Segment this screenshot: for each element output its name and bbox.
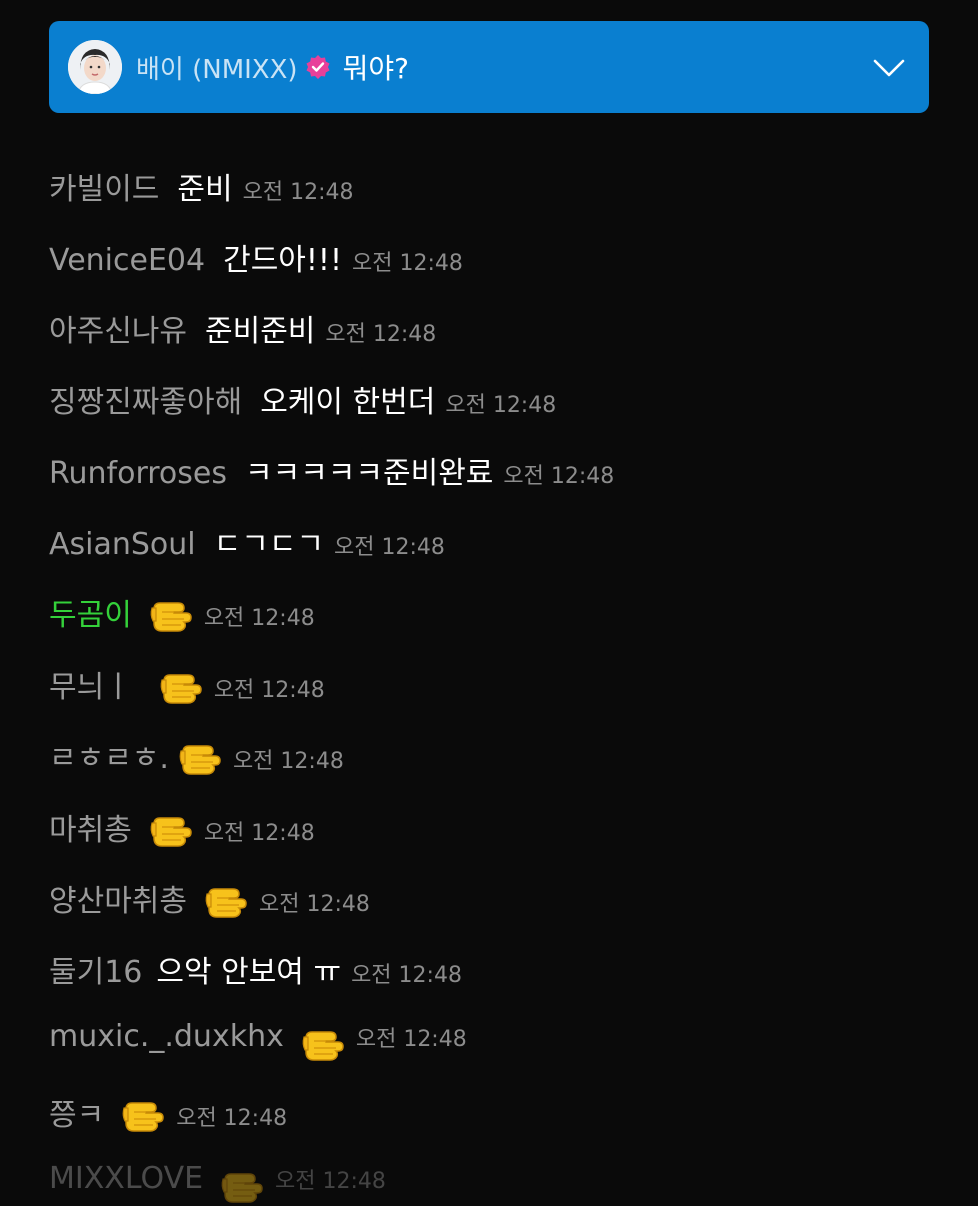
chat-message: 두곰이 오전 12:48 xyxy=(49,590,315,634)
chat-timestamp: 오전 12:48 xyxy=(213,678,325,703)
chat-message: ㄹㅎㄹㅎ. 오전 12:48 xyxy=(49,733,344,777)
chat-message: VeniceE04 간드아!!! 오전 12:48 xyxy=(49,235,463,279)
pointing-fist-icon xyxy=(203,881,249,921)
chat-timestamp: 오전 12:48 xyxy=(334,535,445,560)
pinned-message-text: 뭐야? xyxy=(342,52,409,85)
chat-timestamp: 오전 12:48 xyxy=(355,1027,467,1052)
pointing-fist-icon xyxy=(177,738,223,778)
chat-username[interactable]: 양산마취총 xyxy=(49,876,187,920)
chat-username[interactable]: 두곰이 xyxy=(49,590,132,634)
chat-username[interactable]: 무늬ㅣ xyxy=(49,662,132,706)
chat-username[interactable]: 징짱진짜좋아해 xyxy=(49,377,242,421)
chat-timestamp: 오전 12:48 xyxy=(203,606,315,631)
chat-timestamp: 오전 12:48 xyxy=(176,1106,288,1131)
chevron-down-icon[interactable] xyxy=(873,51,905,83)
chat-message: 카빌이드 준비 오전 12:48 xyxy=(49,164,353,208)
pointing-fist-icon xyxy=(219,1166,265,1206)
chat-message: 양산마취총 오전 12:48 xyxy=(49,876,370,920)
chat-message: AsianSoul ㄷㄱㄷㄱ 오전 12:48 xyxy=(49,519,445,563)
verified-badge-icon xyxy=(305,54,331,80)
chat-message: 마취총 오전 12:48 xyxy=(49,805,315,849)
chat-username[interactable]: 마취총 xyxy=(49,805,132,849)
chat-timestamp: 오전 12:48 xyxy=(259,892,370,917)
chat-username[interactable]: MIXXLOVE xyxy=(49,1161,203,1196)
pointing-fist-icon xyxy=(300,1024,346,1064)
chat-message: 징짱진짜좋아해 오케이 한번더 오전 12:48 xyxy=(49,377,556,421)
chat-timestamp: 오전 12:48 xyxy=(351,963,462,988)
chat-message: MIXXLOVE 오전 12:48 xyxy=(49,1161,386,1205)
chat-message: 쯩ㅋ 오전 12:48 xyxy=(49,1090,287,1134)
chat-username[interactable]: AsianSoul xyxy=(49,527,196,562)
pinned-author-name: 배이 (NMIXX) xyxy=(136,54,298,85)
chat-timestamp: 오전 12:48 xyxy=(445,393,557,418)
chat-message: 둘기16 으악 안보여 ㅠ 오전 12:48 xyxy=(49,947,462,991)
chat-timestamp: 오전 12:48 xyxy=(232,749,344,774)
chat-message: 아주신나유 준비준비 오전 12:48 xyxy=(49,306,436,350)
chat-timestamp: 오전 12:48 xyxy=(503,464,615,489)
pointing-fist-icon xyxy=(148,595,194,635)
chat-text: 간드아!!! xyxy=(223,243,342,278)
chat-timestamp: 오전 12:48 xyxy=(351,251,463,276)
chat-username[interactable]: Runforroses xyxy=(49,456,227,491)
pointing-fist-icon xyxy=(120,1095,166,1135)
chat-message: muxic._.duxkhx 오전 12:48 xyxy=(49,1019,467,1063)
chat-timestamp: 오전 12:48 xyxy=(275,1169,386,1194)
chat-text: 준비 xyxy=(177,172,233,207)
chat-username[interactable]: 아주신나유 xyxy=(49,306,187,350)
pointing-fist-icon xyxy=(148,810,194,850)
chat-username[interactable]: muxic._.duxkhx xyxy=(49,1019,284,1054)
pinned-message-banner[interactable]: 배이 (NMIXX) 뭐야? xyxy=(49,21,929,113)
chat-username[interactable]: VeniceE04 xyxy=(49,243,205,278)
chat-username[interactable]: ㄹㅎㄹㅎ. xyxy=(49,733,169,777)
chat-text: 준비준비 xyxy=(205,314,316,349)
chat-message: Runforroses ㅋㅋㅋㅋㅋ준비완료 오전 12:48 xyxy=(49,448,614,492)
pointing-fist-icon xyxy=(158,667,204,707)
chat-username[interactable]: 쯩ㅋ xyxy=(49,1090,104,1134)
chat-text: ㄷㄱㄷㄱ xyxy=(213,527,325,562)
chat-username[interactable]: 카빌이드 xyxy=(49,164,159,208)
chat-timestamp: 오전 12:48 xyxy=(325,322,437,347)
chat-text: 오케이 한번더 xyxy=(260,385,436,420)
chat-timestamp: 오전 12:48 xyxy=(242,180,354,205)
chat-text: 으악 안보여 ㅠ xyxy=(156,955,342,990)
chat-timestamp: 오전 12:48 xyxy=(203,821,315,846)
chat-text: ㅋㅋㅋㅋㅋ준비완료 xyxy=(245,456,494,491)
avatar xyxy=(68,40,122,94)
chat-username[interactable]: 둘기16 xyxy=(49,947,142,991)
chat-message: 무늬ㅣ 오전 12:48 xyxy=(49,662,325,706)
